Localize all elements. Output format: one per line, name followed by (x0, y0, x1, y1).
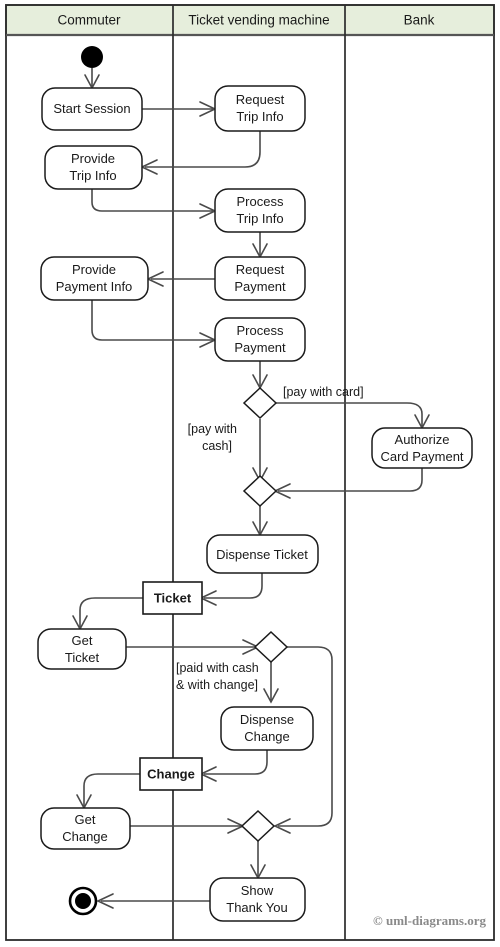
edge-provide-payment-info-to-process-payment (91, 300, 213, 341)
object-node-ticket[interactable]: Ticket (142, 581, 203, 615)
uml-activity-diagram: Commuter Ticket vending machine Bank Sta… (5, 4, 495, 941)
action-get-change[interactable]: Get Change (40, 807, 131, 850)
action-dispense-ticket[interactable]: Dispense Ticket (206, 534, 319, 574)
action-request-trip-info-label-line1: Request (236, 92, 285, 107)
action-process-trip-info-label-line1: Process (237, 194, 284, 209)
action-request-trip-info-label-line2: Trip Info (236, 109, 283, 124)
action-provide-payment-info[interactable]: Provide Payment Info (40, 256, 149, 301)
action-start-session-label: Start Session (53, 101, 130, 116)
merge-node-payment[interactable] (242, 474, 278, 508)
final-node-inner-disc (75, 893, 91, 909)
lane-header-commuter: Commuter (57, 13, 121, 28)
action-process-payment-label-line2: Payment (234, 340, 286, 355)
action-dispense-ticket-label: Dispense Ticket (216, 547, 308, 562)
action-get-ticket[interactable]: Get Ticket (37, 628, 127, 670)
action-get-ticket-label-line2: Ticket (65, 650, 100, 665)
action-authorize-card-payment-label-line2: Card Payment (380, 449, 463, 464)
guard-pay-with-cash-line1: [pay with (188, 422, 237, 436)
action-get-change-label-line1: Get (75, 812, 96, 827)
decision-node-payment-method[interactable] (242, 386, 278, 420)
object-node-ticket-label: Ticket (154, 590, 192, 605)
action-request-trip-info[interactable]: Request Trip Info (214, 85, 306, 132)
action-dispense-change-label-line2: Change (244, 729, 290, 744)
lane-header-bank: Bank (404, 13, 435, 28)
action-authorize-card-payment[interactable]: Authorize Card Payment (371, 427, 473, 469)
edge-dispense-ticket-to-ticket-object (204, 573, 263, 599)
edge-request-trip-info-to-provide-trip-info (145, 131, 261, 168)
action-dispense-change[interactable]: Dispense Change (220, 706, 314, 751)
action-show-thank-you-label-line2: Thank You (226, 900, 287, 915)
action-authorize-card-payment-label-line1: Authorize (395, 432, 450, 447)
edge-dispense-change-to-change-object (204, 750, 268, 775)
guard-paid-with-cash-and-change-line2: & with change] (176, 678, 258, 692)
action-process-trip-info[interactable]: Process Trip Info (214, 188, 306, 233)
decision-node-change-required[interactable] (253, 630, 289, 664)
merge-node-change[interactable] (240, 809, 276, 843)
action-request-payment-label-line1: Request (236, 262, 285, 277)
edge-change-object-to-get-change (83, 773, 140, 806)
copyright-credit: © uml-diagrams.org (373, 913, 486, 928)
action-dispense-change-label-line1: Dispense (240, 712, 294, 727)
action-provide-trip-info-label-line1: Provide (71, 151, 115, 166)
action-show-thank-you-label-line1: Show (241, 883, 274, 898)
action-process-trip-info-label-line2: Trip Info (236, 211, 283, 226)
guard-pay-with-card: [pay with card] (283, 385, 364, 399)
action-process-payment[interactable]: Process Payment (214, 317, 306, 362)
action-start-session[interactable]: Start Session (41, 87, 143, 131)
action-provide-payment-info-label-line2: Payment Info (56, 279, 133, 294)
lane-header-ticket-vending-machine: Ticket vending machine (188, 13, 329, 28)
edge-decision-to-authorize-card-payment (275, 402, 423, 426)
action-provide-trip-info-label-line2: Trip Info (69, 168, 116, 183)
action-get-change-label-line2: Change (62, 829, 108, 844)
action-request-payment-label-line2: Payment (234, 279, 286, 294)
initial-node[interactable] (81, 46, 103, 68)
final-node[interactable] (68, 886, 98, 916)
action-get-ticket-label-line1: Get (72, 633, 93, 648)
guard-pay-with-cash-line2: cash] (202, 439, 232, 453)
edge-authorize-card-payment-to-merge (278, 468, 423, 492)
object-node-change-label: Change (147, 766, 195, 781)
activity-diagram-canvas: Commuter Ticket vending machine Bank Sta… (0, 0, 500, 947)
action-request-payment[interactable]: Request Payment (214, 256, 306, 301)
action-provide-payment-info-label-line1: Provide (72, 262, 116, 277)
action-provide-trip-info[interactable]: Provide Trip Info (44, 145, 143, 190)
action-process-payment-label-line1: Process (237, 323, 284, 338)
edge-ticket-object-to-get-ticket (79, 597, 143, 627)
action-show-thank-you[interactable]: Show Thank You (209, 877, 306, 922)
object-node-change[interactable]: Change (139, 757, 203, 791)
guard-paid-with-cash-and-change-line1: [paid with cash (176, 661, 259, 675)
edge-provide-trip-info-to-process-trip-info (91, 189, 213, 212)
